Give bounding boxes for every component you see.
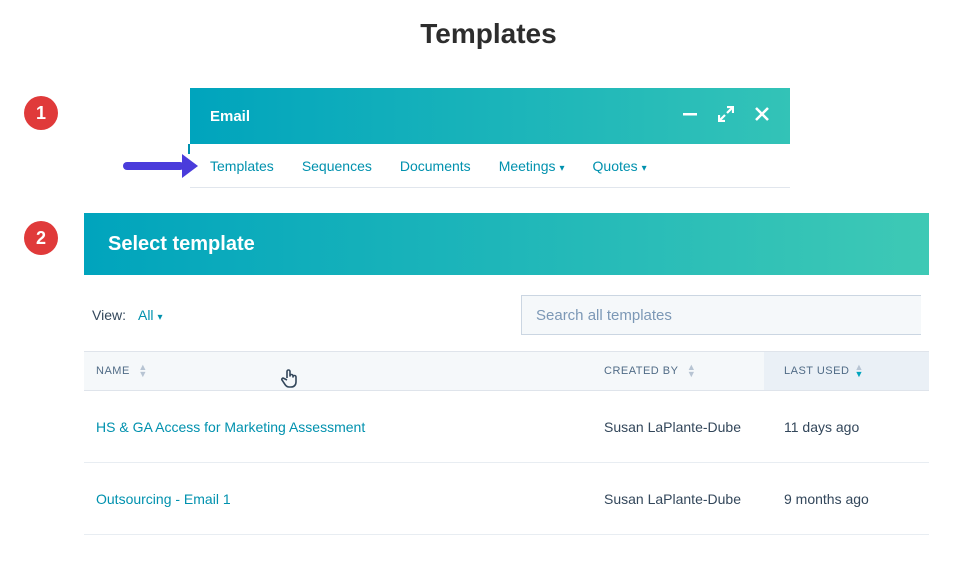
sort-icon: ▲▼: [854, 364, 863, 378]
view-filter-dropdown[interactable]: All: [138, 307, 163, 323]
tab-documents[interactable]: Documents: [400, 158, 471, 174]
sort-icon: ▲▼: [138, 364, 147, 378]
template-created-by: Susan LaPlante-Dube: [604, 419, 764, 435]
template-created-by: Susan LaPlante-Dube: [604, 491, 764, 507]
table-header-row: NAME ▲▼ CREATED BY ▲▼ LAST USED ▲▼: [84, 351, 929, 391]
panel-title: Select template: [84, 213, 929, 275]
column-header-last-used[interactable]: LAST USED ▲▼: [764, 352, 929, 390]
step-badge-2: 2: [24, 221, 58, 255]
email-window-tabs: Templates Sequences Documents Meetings Q…: [190, 144, 790, 188]
template-last-used: 11 days ago: [764, 391, 929, 462]
step-badge-1: 1: [24, 96, 58, 130]
table-row[interactable]: Outsourcing - Email 1 Susan LaPlante-Dub…: [84, 463, 929, 535]
column-header-name-label: NAME: [96, 365, 130, 377]
tab-templates[interactable]: Templates: [210, 158, 274, 174]
template-name-link[interactable]: HS & GA Access for Marketing Assessment: [84, 419, 604, 435]
tab-meetings[interactable]: Meetings: [499, 158, 565, 174]
view-label: View:: [92, 307, 126, 323]
search-input[interactable]: [521, 295, 921, 335]
template-name-link[interactable]: Outsourcing - Email 1: [84, 491, 604, 507]
tab-sequences[interactable]: Sequences: [302, 158, 372, 174]
email-window-header: Email: [190, 88, 790, 144]
email-window: Email Templates Sequences Documents Meet…: [190, 88, 790, 188]
column-header-last-used-label: LAST USED: [784, 365, 849, 377]
close-icon[interactable]: [754, 106, 770, 127]
sort-icon: ▲▼: [687, 364, 696, 378]
column-header-created-by-label: CREATED BY: [604, 365, 678, 377]
select-template-panel: Select template View: All NAME ▲▼ CREATE…: [84, 213, 929, 535]
minimize-icon[interactable]: [682, 106, 698, 127]
pointer-arrow-icon: [123, 158, 198, 174]
tab-quotes[interactable]: Quotes: [593, 158, 647, 174]
table-row[interactable]: HS & GA Access for Marketing Assessment …: [84, 391, 929, 463]
column-header-name[interactable]: NAME ▲▼: [84, 364, 604, 378]
template-last-used: 9 months ago: [764, 463, 929, 534]
column-header-created-by[interactable]: CREATED BY ▲▼: [604, 364, 764, 378]
email-window-title: Email: [210, 108, 250, 125]
page-title: Templates: [0, 0, 977, 68]
expand-icon[interactable]: [718, 106, 734, 127]
